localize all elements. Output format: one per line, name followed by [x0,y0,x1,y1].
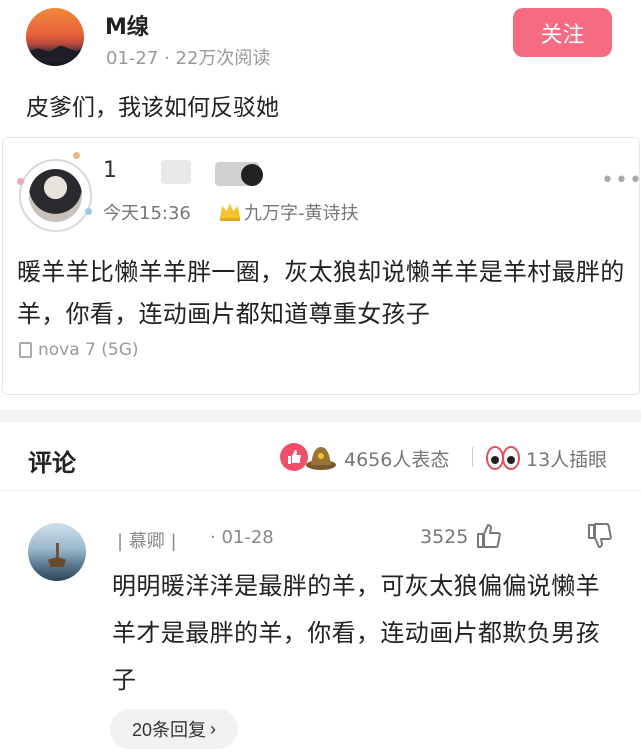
eyes-icon[interactable] [486,443,520,471]
comment-text: 明明暖洋洋是最胖的羊，可灰太狼偏偏说懒羊羊才是最胖的羊，你看，连动画片都欺负男孩… [112,572,600,694]
quoted-post-time: 今天15:36 [103,203,191,224]
redacted-name-block [161,160,191,184]
more-options-icon[interactable]: ••• [601,168,641,193]
commenter-name[interactable]: | 慕卿 | [117,527,177,553]
ship-image [48,543,66,567]
comment-date: · 01-28 [210,527,274,548]
quoted-author-name[interactable]: 1 [103,158,117,183]
post-reads: 22万次阅读 [175,48,271,69]
commenter-avatar[interactable] [28,523,86,581]
divider [472,447,473,467]
post-date: 01-27 [106,48,159,69]
avatar-frame-decoration [17,178,24,185]
follow-button[interactable]: 关注 [513,8,612,57]
divider [0,490,641,491]
quoted-author-avatar[interactable] [19,159,92,232]
device-name: nova 7 (5G) [38,340,139,360]
thumbs-up-reaction-icon[interactable] [280,443,308,471]
post-meta: 01-27 · 22万次阅读 [106,44,270,70]
device-info: nova 7 (5G) [19,340,139,360]
meta-dot: · [164,48,176,69]
thumbs-down-icon[interactable] [586,522,614,550]
comment-like-count: 3525 [420,526,469,548]
post-text: 皮爹们，我该如何反驳她 [26,95,279,121]
post-author-avatar[interactable] [26,8,84,66]
crown-badge-icon [220,203,240,221]
avatar-frame-decoration [85,208,92,215]
replies-label: 20条回复 [131,720,207,740]
quoted-post-card[interactable]: 1 今天15:36 九万字-黄诗扶 ••• 暖羊羊比懒羊羊胖一圈，灰太狼却说懒羊… [2,137,641,395]
insert-eye-count[interactable]: 13人插眼 [526,445,607,472]
reaction-count[interactable]: 4656人表态 [344,445,449,472]
view-replies-button[interactable]: 20条回复 › [110,709,238,749]
chevron-right-icon: › [210,718,217,739]
thumbs-up-icon[interactable] [475,522,503,550]
comments-title: 评论 [28,449,76,477]
quoted-author-badge[interactable]: 九万字-黄诗扶 [244,199,359,225]
avatar-frame-decoration [73,152,80,159]
redacted-name-block [241,164,263,186]
quoted-post-text: 暖羊羊比懒羊羊胖一圈，灰太狼却说懒羊羊是羊村最胖的羊，你看，连动画片都知道尊重女… [17,258,625,328]
section-divider [0,410,641,422]
post-username[interactable]: M缐 [105,9,149,41]
avatar-photo [29,169,82,222]
phone-icon [19,342,32,358]
hat-reaction-icon[interactable] [305,443,337,471]
